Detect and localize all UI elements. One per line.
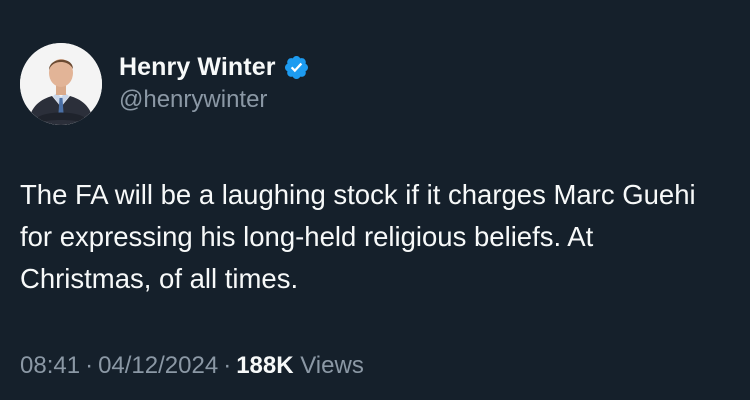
profile-photo xyxy=(20,43,102,125)
meta-separator: · xyxy=(223,352,232,379)
tweet-date[interactable]: 04/12/2024 xyxy=(98,352,218,379)
tweet-card: Henry Winter @henrywinter The FA will be… xyxy=(0,0,750,400)
meta-separator: · xyxy=(85,352,94,379)
views-label: Views xyxy=(300,352,364,379)
author-name-row: Henry Winter xyxy=(119,50,310,84)
author-display-name[interactable]: Henry Winter xyxy=(119,53,276,82)
tweet-meta: 08:41 · 04/12/2024 · 188K Views xyxy=(20,352,364,380)
tweet-text: The FA will be a laughing stock if it ch… xyxy=(20,179,696,294)
author-handle[interactable]: @henrywinter xyxy=(119,86,267,114)
tweet-time[interactable]: 08:41 xyxy=(20,352,80,379)
verified-badge-icon[interactable] xyxy=(283,54,310,81)
avatar[interactable] xyxy=(20,43,102,125)
views-count: 188K xyxy=(236,352,294,379)
